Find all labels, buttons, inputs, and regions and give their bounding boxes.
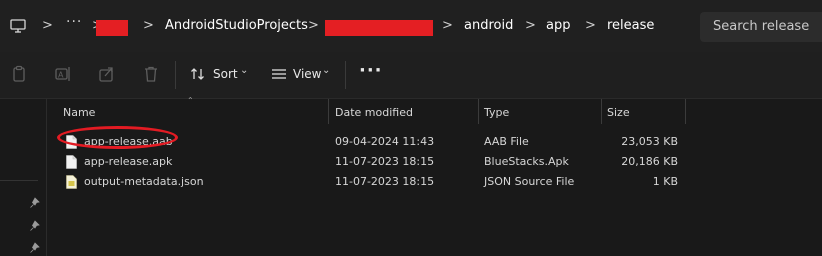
chevron-right-icon[interactable]: > (525, 17, 536, 35)
pin-icon[interactable] (29, 220, 41, 232)
file-row[interactable]: output-metadata.json 11-07-2023 18:15 JS… (47, 172, 687, 192)
see-more-button[interactable]: ··· (359, 60, 383, 81)
file-name[interactable]: output-metadata.json (84, 175, 204, 189)
chevron-right-icon[interactable]: > (143, 17, 154, 35)
annotation-ellipse (57, 126, 178, 149)
file-name[interactable]: app-release.apk (84, 155, 172, 169)
toolbar-divider (345, 61, 346, 89)
file-type: AAB File (484, 135, 529, 148)
pin-icon[interactable] (29, 197, 41, 209)
chevron-down-icon[interactable]: ⌄ (240, 65, 248, 76)
svg-text:A: A (58, 71, 64, 80)
address-bar: > ··· > > AndroidStudioProjects > > andr… (0, 0, 822, 52)
monitor-icon[interactable] (10, 18, 26, 34)
share-icon[interactable] (98, 65, 116, 83)
chevron-right-icon[interactable]: > (308, 17, 319, 35)
navigation-pane (0, 99, 47, 256)
breadcrumb-android[interactable]: android (464, 17, 513, 35)
column-divider[interactable] (478, 99, 479, 124)
nav-divider (0, 180, 38, 181)
file-list: ⌃ Name Date modified Type Size app-relea… (47, 96, 822, 256)
sort-button[interactable]: Sort (213, 66, 238, 82)
breadcrumb-release[interactable]: release (607, 17, 654, 35)
column-header-date-modified[interactable]: Date modified (335, 106, 413, 120)
redaction-mark (96, 20, 128, 36)
file-size: 1 KB (652, 175, 678, 188)
search-box[interactable]: Search release (700, 12, 822, 42)
search-placeholder[interactable]: Search release (713, 18, 809, 36)
delete-icon[interactable] (142, 65, 160, 83)
file-date: 09-04-2024 11:43 (335, 135, 435, 148)
chevron-down-icon[interactable]: ⌄ (322, 65, 330, 76)
column-divider[interactable] (601, 99, 602, 124)
file-size: 20,186 KB (621, 155, 678, 168)
column-header-type[interactable]: Type (484, 106, 509, 120)
file-type: JSON Source File (484, 175, 575, 188)
sort-indicator-icon: ⌃ (187, 96, 194, 105)
column-divider[interactable] (328, 99, 329, 124)
copy-icon[interactable] (10, 65, 28, 83)
file-date: 11-07-2023 18:15 (335, 175, 435, 188)
file-explorer-window: > ··· > > AndroidStudioProjects > > andr… (0, 0, 822, 256)
column-divider[interactable] (685, 99, 686, 124)
pin-icon[interactable] (29, 242, 41, 254)
redaction-mark (325, 20, 433, 36)
column-header-size[interactable]: Size (607, 106, 630, 120)
view-button[interactable]: View (293, 66, 321, 82)
breadcrumb-app[interactable]: app (546, 17, 570, 35)
chevron-right-icon[interactable]: > (42, 17, 53, 35)
file-row[interactable]: app-release.apk 11-07-2023 18:15 BlueSta… (47, 152, 687, 172)
column-header-name[interactable]: Name (63, 106, 95, 120)
chevron-right-icon[interactable]: > (585, 17, 596, 35)
json-file-icon (66, 175, 77, 189)
command-bar: A Sort ⌄ View ⌄ ··· (0, 52, 822, 99)
view-icon[interactable] (271, 67, 287, 81)
breadcrumb-androidstudioprojects[interactable]: AndroidStudioProjects (165, 17, 308, 35)
toolbar-divider (175, 61, 176, 89)
breadcrumb-overflow-button[interactable]: ··· (66, 14, 82, 30)
file-type: BlueStacks.Apk (484, 155, 569, 168)
chevron-right-icon[interactable]: > (442, 17, 453, 35)
file-size: 23,053 KB (621, 135, 678, 148)
file-date: 11-07-2023 18:15 (335, 155, 435, 168)
file-icon (66, 155, 77, 169)
sort-icon[interactable] (190, 66, 206, 82)
rename-icon[interactable]: A (54, 65, 72, 83)
